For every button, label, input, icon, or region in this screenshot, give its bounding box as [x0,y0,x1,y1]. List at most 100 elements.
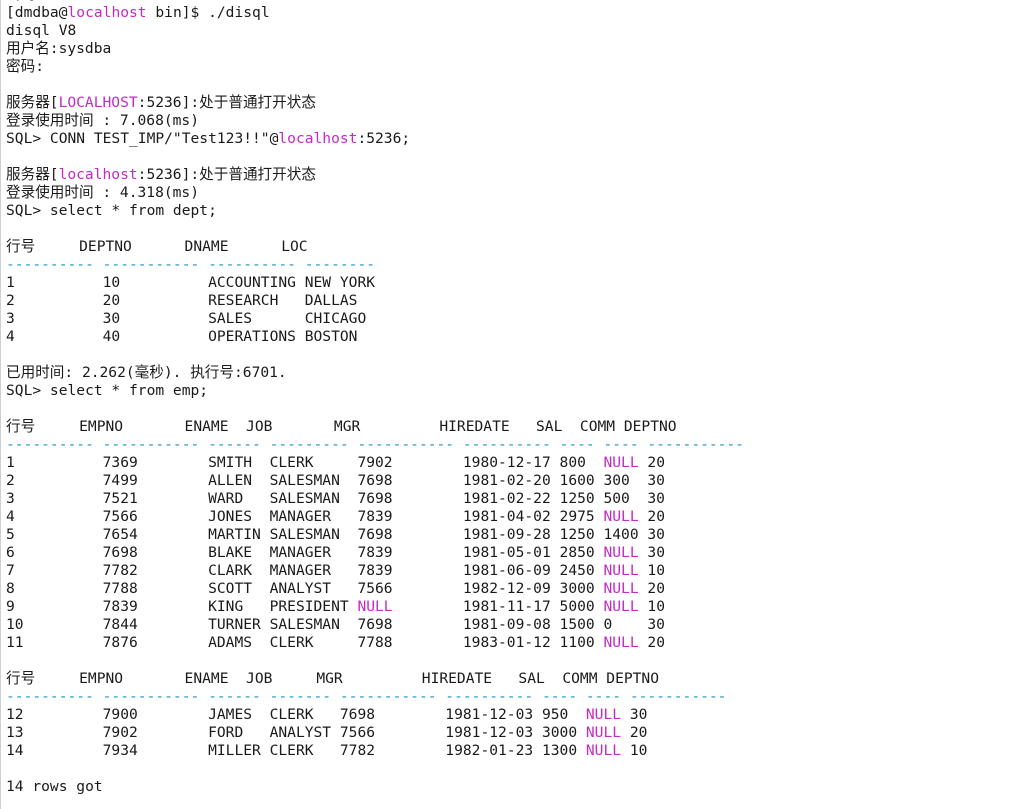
terminal-text: 7 7782 CLARK MANAGER 7839 1981-06-09 245… [6,562,604,579]
terminal-text: 登录使用时间 : 7.068(ms) [6,112,199,129]
terminal-line: 4 7566 JONES MANAGER 7839 1981-04-02 297… [6,508,1029,526]
terminal-text: 6 7698 BLAKE MANAGER 7839 1981-05-01 285… [6,544,604,561]
terminal-line: 3 30 SALES CHICAGO [6,310,1029,328]
terminal-text: 行号 EMPNO ENAME JOB MGR HIREDATE SAL COMM… [6,670,660,687]
terminal-text: 3 30 SALES CHICAGO [6,310,367,327]
terminal-output: 密码:[dmdba@localhost bin]$ ./disqldisql V… [6,0,1029,796]
terminal-text: 5 7654 MARTIN SALESMAN 7698 1981-09-28 1… [6,526,665,543]
terminal-line: SQL> CONN TEST_IMP/"Test123!!"@localhost… [6,130,1029,148]
column-separator: ---------- ----------- ---------- ------… [6,256,376,273]
terminal-text: SQL> select * from dept; [6,202,217,219]
terminal-line: 服务器[LOCALHOST:5236]:处于普通打开状态 [6,94,1029,112]
terminal-line: 13 7902 FORD ANALYST 7566 1981-12-03 300… [6,724,1029,742]
terminal-line: disql V8 [6,22,1029,40]
terminal-text: 用户名:sysdba [6,40,112,57]
terminal-line: 1 7369 SMITH CLERK 7902 1980-12-17 800 N… [6,454,1029,472]
terminal-text: :5236]:处于普通打开状态 [137,94,316,111]
highlighted-text: NULL [585,706,622,723]
terminal-line: 10 7844 TURNER SALESMAN 7698 1981-09-08 … [6,616,1029,634]
terminal-text: 12 7900 JAMES CLERK 7698 1981-12-03 950 [6,706,586,723]
terminal-text: 10 [621,742,648,759]
terminal-text: 30 [638,544,665,561]
terminal-text: 10 [638,598,665,615]
terminal-text: 20 [638,580,665,597]
terminal-line: 3 7521 WARD SALESMAN 7698 1981-02-22 125… [6,490,1029,508]
terminal-text: bin]$ ./disql [146,4,270,21]
terminal-text: :5236; [357,130,411,147]
terminal-line: 已用时间: 2.262(毫秒). 执行号:6701. [6,364,1029,382]
terminal-text: 4 7566 JONES MANAGER 7839 1981-04-02 297… [6,508,604,525]
highlighted-text: localhost [278,130,358,147]
terminal-line: 5 7654 MARTIN SALESMAN 7698 1981-09-28 1… [6,526,1029,544]
terminal-text: 20 [621,724,648,741]
terminal-text: 4 40 OPERATIONS BOSTON [6,328,358,345]
terminal-text: 服务器[ [6,94,59,111]
terminal-text: 行号 DEPTNO DNAME LOC [6,238,308,255]
terminal-line: 登录使用时间 : 7.068(ms) [6,112,1029,130]
highlighted-text: NULL [603,454,639,471]
terminal-line: 行号 DEPTNO DNAME LOC [6,238,1029,256]
terminal-text: 20 [638,454,665,471]
highlighted-text: LOCALHOST [58,94,138,111]
highlighted-text: NULL [603,598,639,615]
terminal-text: 2 7499 ALLEN SALESMAN 7698 1981-02-20 16… [6,472,665,489]
terminal-text: [dmdba@ [6,4,68,21]
terminal-text: :5236]:处于普通打开状态 [137,166,316,183]
highlighted-text: NULL [603,634,639,651]
terminal-text: 密码: [6,58,44,75]
terminal-line: 11 7876 ADAMS CLERK 7788 1983-01-12 1100… [6,634,1029,652]
terminal-line: 登录使用时间 : 4.318(ms) [6,184,1029,202]
terminal-text: 20 [638,634,665,651]
highlighted-text: NULL [603,544,639,561]
highlighted-text: NULL [603,508,639,525]
highlighted-text: NULL [585,742,622,759]
terminal-text: 10 [638,562,665,579]
terminal-window[interactable]: 密码:[dmdba@localhost bin]$ ./disqldisql V… [0,0,1029,809]
terminal-line: 14 7934 MILLER CLERK 7782 1982-01-23 130… [6,742,1029,760]
terminal-line: 9 7839 KING PRESIDENT NULL 1981-11-17 50… [6,598,1029,616]
terminal-text: 30 [621,706,648,723]
terminal-line: 用户名:sysdba [6,40,1029,58]
terminal-text: 8 7788 SCOTT ANALYST 7566 1982-12-09 300… [6,580,604,597]
terminal-text: 10 7844 TURNER SALESMAN 7698 1981-09-08 … [6,616,665,633]
terminal-line: 行号 EMPNO ENAME JOB MGR HIREDATE SAL COMM… [6,418,1029,436]
terminal-line: SQL> select * from dept; [6,202,1029,220]
terminal-line: ---------- ----------- ---------- ------… [6,256,1029,274]
terminal-text: SQL> select * from emp; [6,382,209,399]
highlighted-text: localhost [67,4,147,21]
terminal-text: 14 rows got [6,778,103,795]
terminal-text: 11 7876 ADAMS CLERK 7788 1983-01-12 1100 [6,634,604,651]
terminal-line: 6 7698 BLAKE MANAGER 7839 1981-05-01 285… [6,544,1029,562]
terminal-text: 9 7839 KING PRESIDENT [6,598,358,615]
highlighted-text: NULL [603,580,639,597]
terminal-text: 2 20 RESEARCH DALLAS [6,292,358,309]
terminal-text: 13 7902 FORD ANALYST 7566 1981-12-03 300… [6,724,586,741]
terminal-text: 已用时间: 2.262(毫秒). 执行号:6701. [6,364,287,381]
terminal-line: [dmdba@localhost bin]$ ./disql [6,4,1029,22]
highlighted-text: NULL [357,598,393,615]
highlighted-text: NULL [603,562,639,579]
terminal-line: ---------- ----------- ------ ------- --… [6,688,1029,706]
terminal-line: 2 7499 ALLEN SALESMAN 7698 1981-02-20 16… [6,472,1029,490]
column-separator: ---------- ----------- ------ --------- … [6,436,745,453]
terminal-line: ---------- ----------- ------ --------- … [6,436,1029,454]
terminal-text: 14 7934 MILLER CLERK 7782 1982-01-23 130… [6,742,586,759]
terminal-line: 7 7782 CLARK MANAGER 7839 1981-06-09 245… [6,562,1029,580]
terminal-text: 1 10 ACCOUNTING NEW YORK [6,274,376,291]
terminal-line: 行号 EMPNO ENAME JOB MGR HIREDATE SAL COMM… [6,670,1029,688]
highlighted-text: localhost [58,166,138,183]
terminal-line: SQL> select * from emp; [6,382,1029,400]
terminal-text: 行号 EMPNO ENAME JOB MGR HIREDATE SAL COMM… [6,418,677,435]
terminal-line: 12 7900 JAMES CLERK 7698 1981-12-03 950 … [6,706,1029,724]
terminal-line: 8 7788 SCOTT ANALYST 7566 1982-12-09 300… [6,580,1029,598]
column-separator: ---------- ----------- ------ ------- --… [6,688,727,705]
terminal-text: disql V8 [6,22,77,39]
terminal-text: 登录使用时间 : 4.318(ms) [6,184,199,201]
terminal-line: 1 10 ACCOUNTING NEW YORK [6,274,1029,292]
